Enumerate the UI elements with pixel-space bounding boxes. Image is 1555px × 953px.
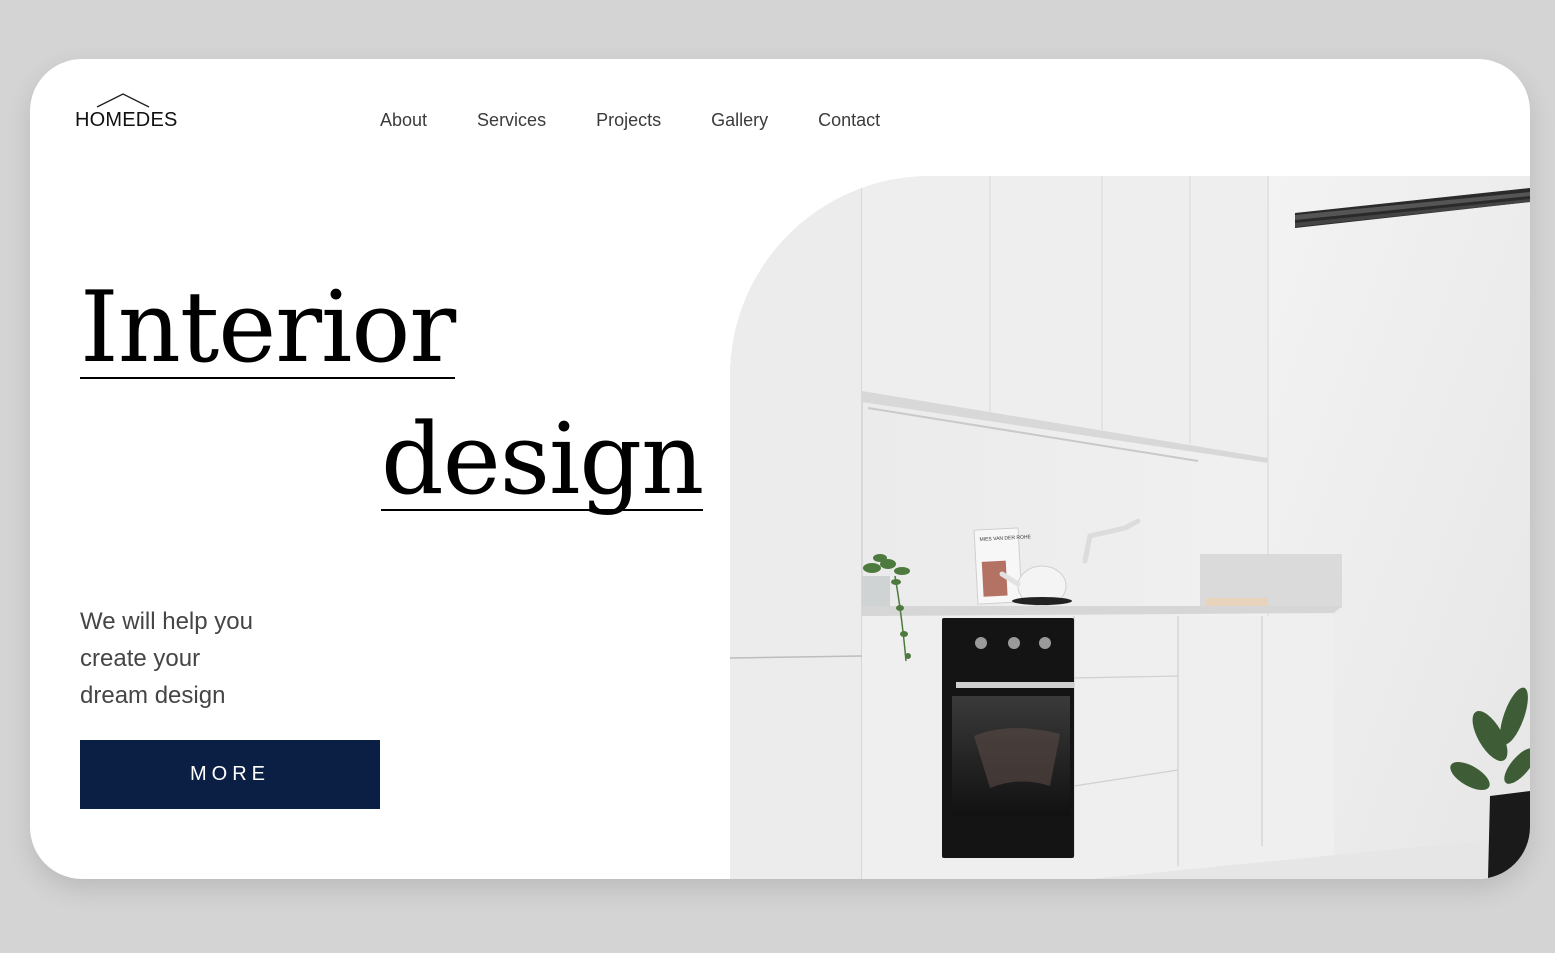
- logo-text: HOMEDES: [75, 109, 178, 131]
- landing-card: HOMEDES About Services Projects Gallery …: [30, 59, 1530, 879]
- kitchen-illustration: MIES VAN DER ROHE: [730, 176, 1530, 879]
- tagline-line: dream design: [80, 682, 226, 709]
- hero-title-line1: Interior: [80, 271, 456, 385]
- tagline-line: create your: [80, 645, 201, 672]
- logo[interactable]: HOMEDES: [75, 93, 178, 133]
- hero-title-line2: design: [381, 403, 704, 517]
- hero-kitchen-image: MIES VAN DER ROHE: [730, 176, 1530, 879]
- nav-services[interactable]: Services: [477, 110, 546, 131]
- nav-contact[interactable]: Contact: [818, 110, 880, 131]
- nav-about[interactable]: About: [380, 110, 427, 131]
- tagline-line: We will help you: [80, 608, 253, 635]
- more-button[interactable]: MORE: [80, 740, 380, 809]
- house-roof-icon: [96, 93, 150, 108]
- hero-tagline: We will help you create your dream desig…: [80, 603, 340, 714]
- nav-gallery[interactable]: Gallery: [711, 110, 768, 131]
- main-nav: About Services Projects Gallery Contact: [380, 110, 930, 131]
- nav-projects[interactable]: Projects: [596, 110, 661, 131]
